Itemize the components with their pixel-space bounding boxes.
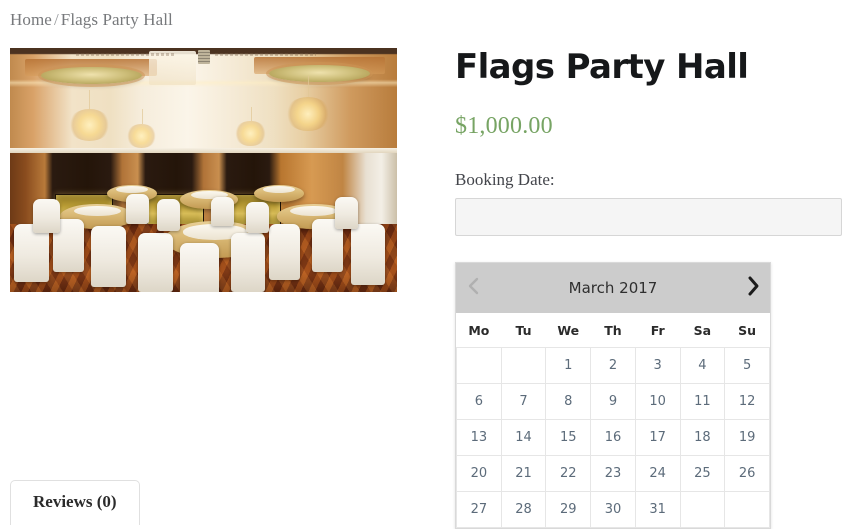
datepicker-day-16[interactable]: 16 bbox=[590, 419, 636, 456]
ceiling-detail bbox=[75, 53, 177, 57]
datepicker-month-title: March 2017 bbox=[568, 279, 658, 297]
datepicker-day-7[interactable]: 7 bbox=[500, 383, 547, 420]
chair bbox=[126, 194, 150, 224]
chair bbox=[350, 223, 386, 285]
datepicker-day-18[interactable]: 18 bbox=[679, 419, 726, 456]
banquet-table bbox=[253, 184, 305, 202]
weekday-header-mo: Mo bbox=[456, 313, 502, 348]
product-summary: Flags Party Hall $1,000.00 Booking Date: bbox=[455, 47, 842, 237]
datepicker-day-17[interactable]: 17 bbox=[634, 419, 681, 456]
chandelier bbox=[234, 106, 268, 146]
weekday-header-fr: Fr bbox=[635, 313, 681, 348]
weekday-header-th: Th bbox=[590, 313, 636, 348]
datepicker-week-row: 13 14 15 16 17 18 19 bbox=[456, 419, 770, 456]
prev-month-button[interactable] bbox=[456, 263, 490, 313]
booking-date-input[interactable] bbox=[455, 198, 842, 237]
datepicker-header: March 2017 bbox=[456, 263, 770, 313]
datepicker-day-14[interactable]: 14 bbox=[500, 419, 547, 456]
weekday-header-tu: Tu bbox=[501, 313, 546, 348]
ceiling-detail bbox=[215, 53, 316, 57]
breadcrumb-current: Flags Party Hall bbox=[60, 10, 173, 29]
datepicker-week-row: 12345 bbox=[456, 347, 770, 384]
weekday-header-su: Su bbox=[724, 313, 770, 348]
ceiling bbox=[10, 48, 397, 161]
next-month-button[interactable] bbox=[736, 263, 770, 313]
chair bbox=[335, 196, 359, 229]
datepicker-day-10[interactable]: 10 bbox=[634, 383, 681, 420]
weekday-header-sa: Sa bbox=[680, 313, 725, 348]
datepicker-day-9[interactable]: 9 bbox=[590, 383, 636, 420]
tab-reviews[interactable]: Reviews (0) bbox=[10, 480, 140, 525]
datepicker-day-6[interactable]: 6 bbox=[456, 383, 502, 420]
chair bbox=[180, 243, 219, 292]
breadcrumb: Home / Flags Party Hall bbox=[10, 10, 173, 30]
product-price: $1,000.00 bbox=[455, 113, 553, 140]
datepicker-empty-cell bbox=[500, 347, 547, 384]
banquet-hall-photo bbox=[10, 48, 397, 292]
booking-date-label: Booking Date: bbox=[455, 170, 555, 190]
page-title: Flags Party Hall bbox=[455, 47, 749, 87]
datepicker-day-1: 1 bbox=[545, 347, 592, 384]
datepicker-day-19[interactable]: 19 bbox=[724, 419, 770, 456]
datepicker-day-3: 3 bbox=[634, 347, 681, 384]
datepicker-week-row: 6 7 8 9 10 11 12 bbox=[456, 383, 770, 420]
chair bbox=[91, 226, 127, 288]
chevron-right-icon bbox=[745, 274, 761, 302]
product-image[interactable] bbox=[10, 48, 397, 292]
chair bbox=[137, 233, 173, 292]
datepicker-day-4[interactable]: 4 bbox=[679, 347, 726, 384]
ceiling-light-dome bbox=[269, 64, 370, 82]
datepicker-day-5[interactable]: 5 bbox=[724, 347, 770, 384]
chair bbox=[211, 196, 235, 227]
chair bbox=[246, 201, 270, 234]
datepicker-day-15[interactable]: 15 bbox=[545, 419, 592, 456]
chandelier bbox=[284, 76, 332, 131]
datepicker-day-12[interactable]: 12 bbox=[724, 383, 770, 420]
breadcrumb-separator: / bbox=[53, 10, 59, 29]
chair bbox=[269, 223, 301, 280]
chair bbox=[230, 233, 266, 292]
weekday-header-we: We bbox=[545, 313, 591, 348]
chandelier bbox=[126, 108, 158, 149]
datepicker-day-11[interactable]: 11 bbox=[679, 383, 726, 420]
product-tabs: Reviews (0) bbox=[10, 480, 842, 525]
datepicker-day-2: 2 bbox=[590, 347, 636, 384]
chandelier bbox=[68, 90, 111, 141]
datepicker-day-13[interactable]: 13 bbox=[456, 419, 502, 456]
ceiling-light-dome bbox=[40, 67, 142, 85]
chair bbox=[157, 199, 181, 231]
datepicker-day-8[interactable]: 8 bbox=[545, 383, 592, 420]
datepicker-empty-cell bbox=[456, 347, 502, 384]
chair bbox=[33, 199, 61, 234]
chevron-left-icon bbox=[467, 276, 480, 300]
ceiling-vent bbox=[197, 50, 211, 64]
weekday-header-row: Mo Tu We Th Fr Sa Su bbox=[456, 313, 770, 348]
ceiling-coffer bbox=[149, 51, 196, 86]
breadcrumb-home-link[interactable]: Home bbox=[10, 10, 52, 29]
